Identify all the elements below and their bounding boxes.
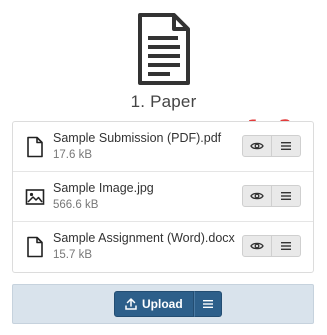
file-menu-button[interactable] bbox=[271, 185, 301, 207]
hamburger-icon bbox=[281, 242, 291, 250]
upload-icon bbox=[125, 298, 137, 310]
file-size: 17.6 kB bbox=[53, 149, 92, 161]
document-icon bbox=[137, 13, 190, 85]
upload-button[interactable]: Upload bbox=[114, 291, 194, 317]
eye-icon bbox=[250, 192, 264, 200]
upload-footer: Upload bbox=[12, 284, 314, 324]
file-name: Sample Assignment (Word).docx bbox=[53, 231, 235, 245]
file-size: 15.7 kB bbox=[53, 249, 92, 261]
file-icon bbox=[27, 136, 43, 158]
step-title: 1. Paper bbox=[130, 92, 197, 111]
preview-button[interactable] bbox=[242, 185, 272, 207]
upload-button-group: Upload bbox=[114, 291, 222, 317]
hamburger-icon bbox=[202, 300, 213, 308]
file-menu-button[interactable] bbox=[271, 235, 301, 257]
file-icon bbox=[27, 236, 43, 258]
eye-icon bbox=[250, 142, 264, 150]
file-name: Sample Image.jpg bbox=[53, 181, 154, 195]
image-file-icon bbox=[25, 189, 45, 205]
file-row: Sample Image.jpg 566.6 kB bbox=[13, 172, 313, 222]
hamburger-icon bbox=[281, 192, 291, 200]
upload-menu-button[interactable] bbox=[193, 291, 222, 317]
step-header: 1. Paper bbox=[0, 12, 327, 112]
eye-icon bbox=[250, 242, 264, 250]
file-row: Sample Submission (PDF).pdf 17.6 kB bbox=[13, 122, 313, 172]
preview-button[interactable] bbox=[242, 235, 272, 257]
upload-label: Upload bbox=[142, 297, 183, 311]
hamburger-icon bbox=[281, 142, 291, 150]
file-name: Sample Submission (PDF).pdf bbox=[53, 131, 222, 145]
preview-button[interactable] bbox=[242, 135, 272, 157]
file-menu-button[interactable] bbox=[271, 135, 301, 157]
file-size: 566.6 kB bbox=[53, 199, 99, 211]
file-list: Sample Submission (PDF).pdf 17.6 kB Samp… bbox=[12, 121, 314, 273]
file-row: Sample Assignment (Word).docx 15.7 kB bbox=[13, 222, 313, 272]
